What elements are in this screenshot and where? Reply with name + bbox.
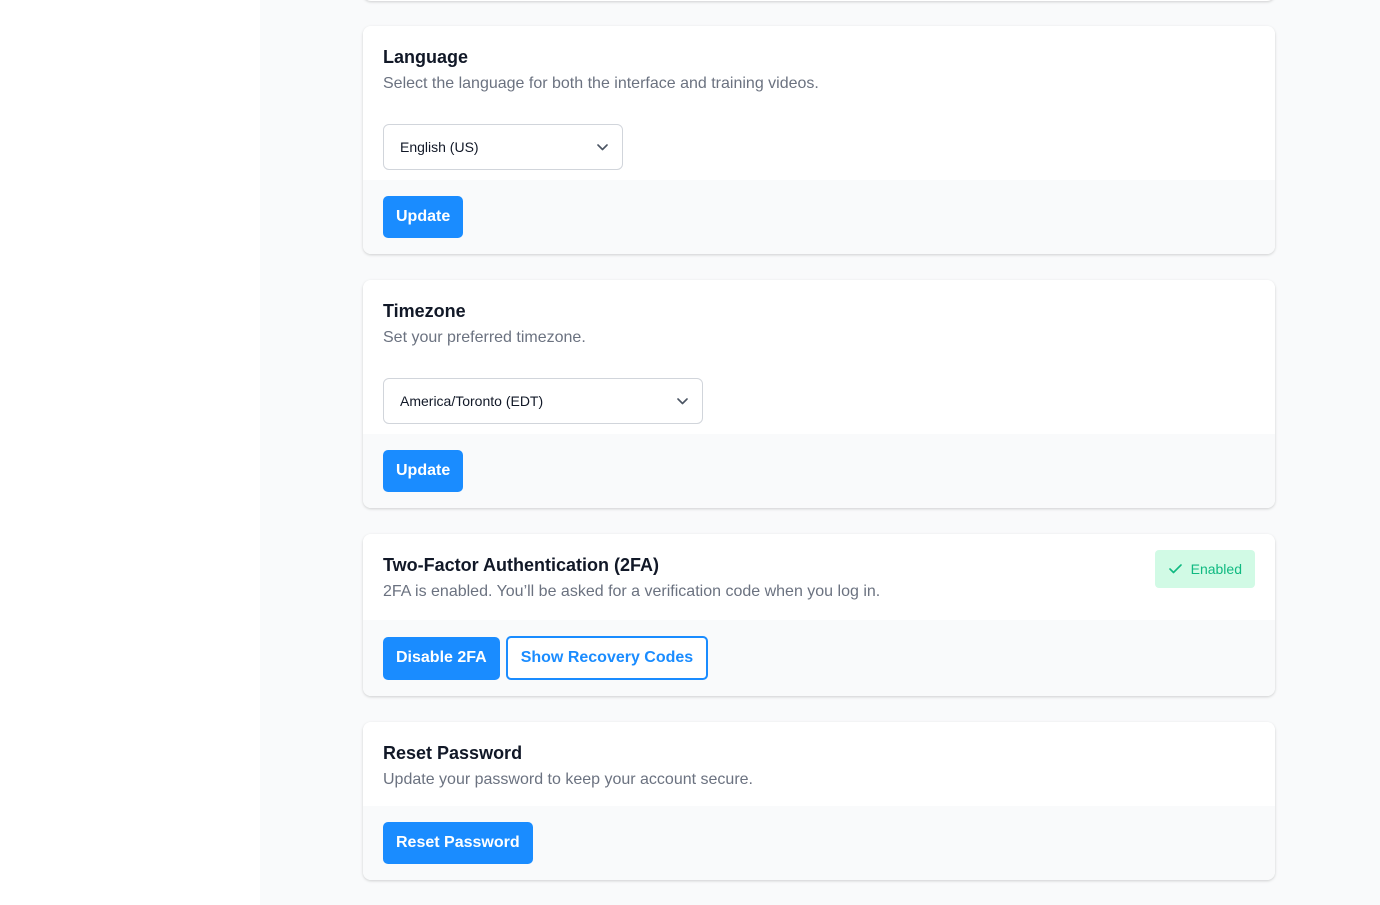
twofa-card: Two-Factor Authentication (2FA) 2FA is e… (363, 534, 1275, 696)
language-card: Language Select the language for both th… (363, 26, 1275, 254)
reset-password-button[interactable]: Reset Password (383, 822, 533, 864)
timezone-select-value: America/Toronto (EDT) (400, 393, 544, 409)
chevron-down-icon (596, 141, 608, 153)
reset-password-description: Update your password to keep your accoun… (383, 771, 753, 788)
timezone-update-button[interactable]: Update (383, 450, 464, 492)
twofa-title: Two-Factor Authentication (2FA) (383, 555, 659, 575)
sidebar (0, 0, 260, 905)
language-select-value: English (US) (400, 139, 479, 155)
reset-password-card: Reset Password Update your password to k… (363, 722, 1275, 880)
language-update-button[interactable]: Update (383, 196, 464, 238)
language-select[interactable]: English (US) (383, 124, 623, 170)
timezone-title: Timezone (383, 301, 466, 321)
timezone-description: Set your preferred timezone. (383, 329, 586, 346)
language-title: Language (383, 47, 469, 67)
check-icon (1168, 561, 1182, 577)
chevron-down-icon (676, 395, 688, 407)
language-description: Select the language for both the interfa… (383, 75, 819, 92)
status-badge: Enabled (1154, 550, 1255, 588)
timezone-card: Timezone Set your preferred timezone. Am… (363, 280, 1275, 508)
main-content: Language Select the language for both th… (260, 0, 1380, 905)
show-recovery-codes-button[interactable]: Show Recovery Codes (505, 636, 709, 680)
twofa-description: 2FA is enabled. You’ll be asked for a ve… (383, 583, 881, 600)
timezone-select[interactable]: America/Toronto (EDT) (383, 378, 703, 424)
disable-2fa-button[interactable]: Disable 2FA (383, 636, 500, 680)
status-badge-label: Enabled (1190, 561, 1242, 577)
reset-password-title: Reset Password (383, 743, 523, 763)
previous-settings-card (363, 0, 1275, 1)
